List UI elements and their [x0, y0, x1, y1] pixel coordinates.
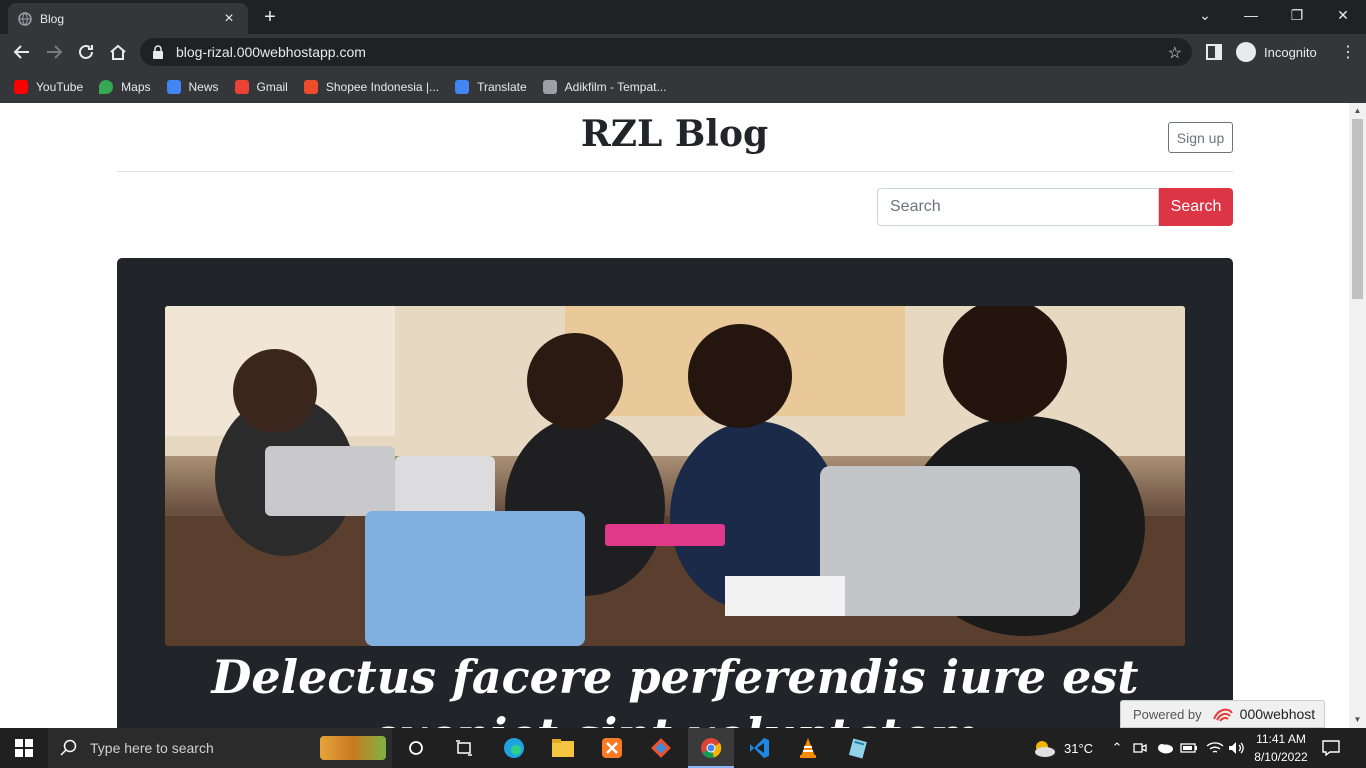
search-button[interactable]: Search: [1159, 188, 1233, 226]
show-hidden-icons-icon[interactable]: ⌃: [1110, 728, 1124, 768]
start-button[interactable]: [0, 728, 48, 768]
battery-icon[interactable]: [1180, 728, 1198, 768]
vlc-icon[interactable]: [790, 728, 826, 768]
bookmark-label: News: [188, 79, 219, 94]
reload-icon[interactable]: [74, 40, 98, 64]
volume-icon[interactable]: [1228, 728, 1246, 768]
windows-icon: [15, 739, 33, 757]
page-viewport: RZL Blog Sign up Search Search Delectus …: [0, 103, 1349, 728]
notepad-icon[interactable]: [840, 728, 876, 768]
git-icon[interactable]: [643, 728, 679, 768]
sign-up-button[interactable]: Sign up: [1168, 122, 1233, 153]
maps-icon: [99, 79, 114, 94]
tab-blog[interactable]: Blog ×: [8, 3, 248, 34]
search-icon: [60, 739, 77, 756]
bookmark-translate[interactable]: Translate: [455, 79, 527, 94]
side-panel-icon[interactable]: [1202, 40, 1226, 64]
bookmarks-bar: YouTube Maps News Gmail Shopee Indonesia…: [0, 70, 1366, 103]
bookmark-star-icon[interactable]: ☆: [1168, 43, 1182, 63]
shopee-icon: [303, 79, 318, 94]
featured-post-title[interactable]: Delectus facere perferendis iure est eve…: [117, 648, 1233, 728]
incognito-profile-button[interactable]: Incognito: [1232, 38, 1326, 66]
vscode-icon[interactable]: [741, 728, 777, 768]
tab-strip: Blog × + ⌄ — ❐ ✕: [0, 0, 1366, 34]
windows-taskbar: Type here to search 31°C ⌃ 11:41 AM 8/10…: [0, 728, 1366, 768]
bookmark-label: Maps: [121, 79, 151, 94]
bookmark-news[interactable]: News: [166, 79, 219, 94]
bookmark-maps[interactable]: Maps: [99, 79, 151, 94]
tab-search-icon[interactable]: ⌄: [1182, 0, 1228, 30]
globe-icon: [18, 11, 32, 26]
tab-title: Blog: [40, 11, 65, 26]
notifications-icon[interactable]: [1322, 728, 1344, 768]
bookmark-adikfilm[interactable]: Adikfilm - Tempat...: [542, 79, 667, 94]
scroll-up-icon[interactable]: ▲: [1349, 103, 1366, 119]
tab-close-icon[interactable]: ×: [220, 10, 238, 28]
incognito-icon: [1236, 42, 1256, 62]
page-scrollbar[interactable]: ▲ ▼: [1349, 103, 1366, 728]
cortana-icon[interactable]: [398, 728, 434, 768]
bookmark-shopee[interactable]: Shopee Indonesia |...: [303, 79, 440, 94]
url-text: blog-rizal.000webhostapp.com: [176, 44, 366, 60]
onedrive-icon[interactable]: [1156, 728, 1174, 768]
featured-post-image: [165, 306, 1185, 646]
search-input[interactable]: Search: [877, 188, 1159, 226]
gmail-icon: [234, 79, 249, 94]
bookmark-gmail[interactable]: Gmail: [234, 79, 288, 94]
back-icon[interactable]: [10, 40, 34, 64]
taskbar-search-box[interactable]: Type here to search: [48, 728, 392, 768]
chrome-taskbar-icon[interactable]: [688, 728, 734, 768]
clock-time: 11:41 AM: [1256, 732, 1306, 746]
task-view-icon[interactable]: [446, 728, 482, 768]
weather-widget[interactable]: 31°C: [1032, 728, 1093, 768]
xampp-icon[interactable]: [594, 728, 630, 768]
header-divider: [117, 171, 1233, 172]
news-icon: [166, 79, 181, 94]
bookmark-label: Gmail: [256, 79, 288, 94]
browser-chrome: Blog × + ⌄ — ❐ ✕ blog-rizal.000webhostap…: [0, 0, 1366, 103]
address-bar[interactable]: blog-rizal.000webhostapp.com ☆: [140, 38, 1192, 66]
bookmark-label: Adikfilm - Tempat...: [564, 79, 667, 94]
restore-button[interactable]: ❐: [1274, 0, 1320, 30]
menu-icon[interactable]: ⋮: [1336, 40, 1360, 64]
new-tab-button[interactable]: +: [258, 6, 282, 28]
powered-by-badge[interactable]: Powered by 000webhost: [1120, 700, 1325, 728]
film-icon: [542, 79, 557, 94]
bookmark-label: Translate: [477, 79, 527, 94]
toolbar: blog-rizal.000webhostapp.com ☆ Incognito…: [0, 34, 1366, 70]
taskbar-clock[interactable]: 11:41 AM 8/10/2022: [1248, 730, 1314, 766]
clock-date: 8/10/2022: [1254, 750, 1308, 764]
featured-post-card[interactable]: Delectus facere perferendis iure est eve…: [117, 258, 1233, 728]
minimize-button[interactable]: —: [1228, 0, 1274, 30]
edge-icon[interactable]: [496, 728, 532, 768]
profile-label: Incognito: [1264, 44, 1317, 60]
lock-icon[interactable]: [152, 45, 164, 59]
close-window-button[interactable]: ✕: [1320, 0, 1366, 30]
scroll-down-icon[interactable]: ▼: [1349, 712, 1366, 728]
bookmark-label: YouTube: [36, 79, 84, 94]
meet-now-icon[interactable]: [1133, 728, 1149, 768]
youtube-icon: [14, 79, 28, 94]
bookmark-label: Shopee Indonesia |...: [325, 79, 440, 94]
taskbar-search-placeholder: Type here to search: [90, 740, 214, 756]
scrollbar-thumb[interactable]: [1352, 119, 1363, 299]
000webhost-logo-icon: [1212, 708, 1233, 722]
search-highlight-icon: [320, 736, 386, 760]
bookmark-youtube[interactable]: YouTube: [14, 79, 84, 94]
translate-icon: [455, 79, 470, 94]
powered-by-label: Powered by: [1133, 706, 1202, 722]
wifi-icon[interactable]: [1206, 728, 1224, 768]
forward-icon[interactable]: [42, 40, 66, 64]
weather-cloud-sun-icon: [1035, 741, 1055, 757]
weather-temp: 31°C: [1064, 740, 1094, 756]
blog-brand-title[interactable]: RZL Blog: [0, 113, 1349, 155]
000webhost-label: 000webhost: [1239, 706, 1316, 722]
file-explorer-icon[interactable]: [545, 728, 581, 768]
home-icon[interactable]: [106, 40, 130, 64]
